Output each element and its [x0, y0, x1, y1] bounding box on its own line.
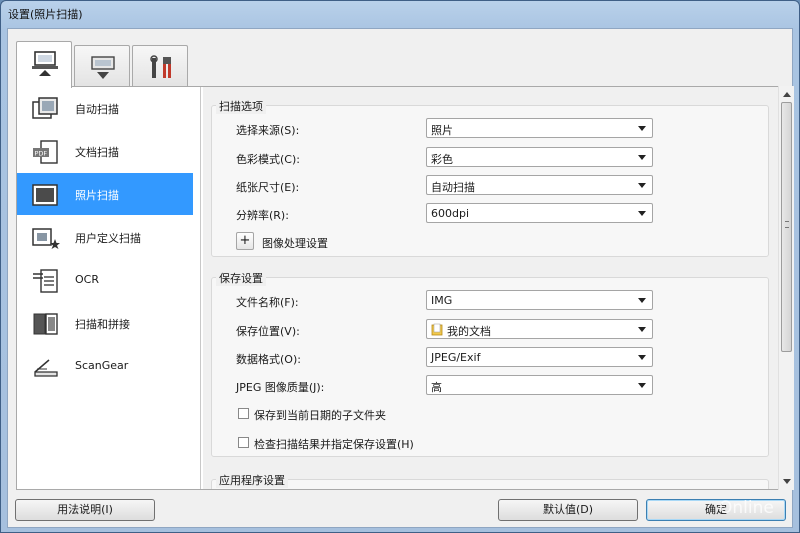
data-format-label: 数据格式(O): [236, 353, 301, 366]
group-title: 应用程序设置 [216, 472, 288, 488]
scan-from-computer-tab[interactable] [16, 41, 72, 88]
scan-type-sidebar: 自动扫描 PDF 文档扫描 照片扫描 用户定义扫描 OCR 扫描和拼接 Scan… [17, 87, 201, 489]
grip-icon [785, 221, 789, 228]
file-name-combo[interactable]: IMG [426, 290, 653, 310]
paper-size-label: 纸张尺寸(E): [236, 181, 300, 194]
scroll-down-icon[interactable] [783, 479, 791, 484]
sidebar-item-label: 用户定义扫描 [75, 232, 141, 245]
date-subfolder-label[interactable]: 保存到当前日期的子文件夹 [254, 407, 386, 423]
save-settings-group: 保存设置 文件名称(F): IMG 保存位置(V): 我的文档 数据格式(O):… [211, 270, 769, 457]
source-value: 照片 [431, 124, 453, 137]
sidebar-item-label: 文档扫描 [75, 146, 119, 159]
group-title: 保存设置 [216, 270, 266, 286]
resolution-label: 分辨率(R): [236, 209, 289, 222]
computer-scan-icon [32, 51, 58, 76]
chevron-down-icon [638, 126, 646, 131]
chevron-down-icon [638, 155, 646, 160]
source-label: 选择来源(S): [236, 124, 300, 137]
svg-text:PDF: PDF [35, 150, 48, 158]
chevron-down-icon [638, 383, 646, 388]
sidebar-item-label: 扫描和拼接 [75, 318, 130, 331]
general-settings-tab[interactable] [132, 45, 188, 87]
paper-size-value: 自动扫描 [431, 181, 475, 194]
photo-icon [32, 184, 58, 206]
title-bar[interactable]: 设置(照片扫描) [1, 1, 799, 27]
chevron-down-icon [638, 183, 646, 188]
sidebar-item-scan-stitch[interactable]: 扫描和拼接 [17, 302, 193, 344]
sidebar-item-custom-scan[interactable]: 用户定义扫描 [17, 216, 193, 258]
scan-from-panel-tab[interactable] [74, 45, 130, 87]
scangear-icon [34, 359, 58, 377]
app-settings-group: 应用程序设置 [211, 472, 769, 489]
save-location-label: 保存位置(V): [236, 325, 300, 338]
resolution-select[interactable]: 600dpi [426, 203, 653, 223]
settings-frame: 自动扫描 PDF 文档扫描 照片扫描 用户定义扫描 OCR 扫描和拼接 Scan… [16, 86, 786, 490]
paper-size-select[interactable]: 自动扫描 [426, 175, 653, 195]
image-processing-label[interactable]: 图像处理设置 [262, 235, 328, 251]
check-results-checkbox[interactable] [238, 437, 249, 448]
sidebar-item-label: ScanGear [75, 359, 129, 372]
dialog-client-area: 自动扫描 PDF 文档扫描 照片扫描 用户定义扫描 OCR 扫描和拼接 Scan… [7, 28, 794, 528]
sidebar-item-ocr[interactable]: OCR [17, 259, 193, 301]
jpeg-quality-value: 高 [431, 381, 442, 394]
sidebar-item-photo-scan[interactable]: 照片扫描 [17, 173, 193, 215]
save-location-value: 我的文档 [447, 325, 491, 338]
chevron-down-icon [638, 298, 646, 303]
chevron-down-icon [638, 211, 646, 216]
sidebar-item-auto-scan[interactable]: 自动扫描 [17, 87, 193, 129]
color-mode-value: 彩色 [431, 153, 453, 166]
sidebar-item-label: OCR [75, 273, 99, 286]
watermark-text: Online [719, 498, 774, 518]
scanner-panel-icon [91, 56, 115, 79]
data-format-value: JPEG/Exif [431, 351, 481, 364]
folder-icon [431, 323, 443, 336]
color-mode-label: 色彩模式(C): [236, 153, 300, 166]
file-name-value: IMG [431, 294, 453, 307]
sidebar-item-document-scan[interactable]: PDF 文档扫描 [17, 130, 193, 172]
expand-image-processing-button[interactable]: + [236, 232, 254, 250]
restore-defaults-button[interactable]: 默认值(D) [498, 499, 638, 521]
sidebar-item-scangear[interactable]: ScanGear [17, 345, 193, 387]
resolution-value: 600dpi [431, 207, 470, 220]
save-location-select[interactable]: 我的文档 [426, 319, 653, 339]
sidebar-item-label: 自动扫描 [75, 103, 119, 116]
custom-scan-icon [32, 228, 60, 249]
group-title: 扫描选项 [216, 98, 266, 114]
auto-scan-icon [32, 97, 58, 119]
data-format-select[interactable]: JPEG/Exif [426, 347, 653, 367]
sidebar-item-label: 照片扫描 [75, 189, 119, 202]
settings-panel: 扫描选项 选择来源(S): 照片 色彩模式(C): 彩色 纸张尺寸(E): 自动… [203, 87, 785, 489]
vertical-scrollbar[interactable] [778, 86, 794, 490]
color-mode-select[interactable]: 彩色 [426, 147, 653, 167]
window-title: 设置(照片扫描) [8, 8, 83, 21]
ocr-text-icon [33, 269, 58, 293]
chevron-down-icon [638, 327, 646, 332]
scroll-thumb[interactable] [781, 102, 792, 352]
pdf-document-icon: PDF [33, 140, 58, 164]
tools-icon [150, 55, 171, 78]
date-subfolder-checkbox[interactable] [238, 408, 249, 419]
stitch-icon [33, 313, 58, 335]
jpeg-quality-label: JPEG 图像质量(J): [236, 381, 325, 394]
check-results-label[interactable]: 检查扫描结果并指定保存设置(H) [254, 436, 414, 452]
help-button[interactable]: 用法说明(I) [15, 499, 155, 521]
source-select[interactable]: 照片 [426, 118, 653, 138]
settings-window: 设置(照片扫描) 自动扫描 PDF 文档扫描 照片扫描 用户定义扫描 OCR 扫… [0, 0, 800, 533]
jpeg-quality-select[interactable]: 高 [426, 375, 653, 395]
scroll-up-icon[interactable] [783, 92, 791, 97]
chevron-down-icon [638, 355, 646, 360]
scan-options-group: 扫描选项 选择来源(S): 照片 色彩模式(C): 彩色 纸张尺寸(E): 自动… [211, 98, 769, 257]
file-name-label: 文件名称(F): [236, 296, 299, 309]
